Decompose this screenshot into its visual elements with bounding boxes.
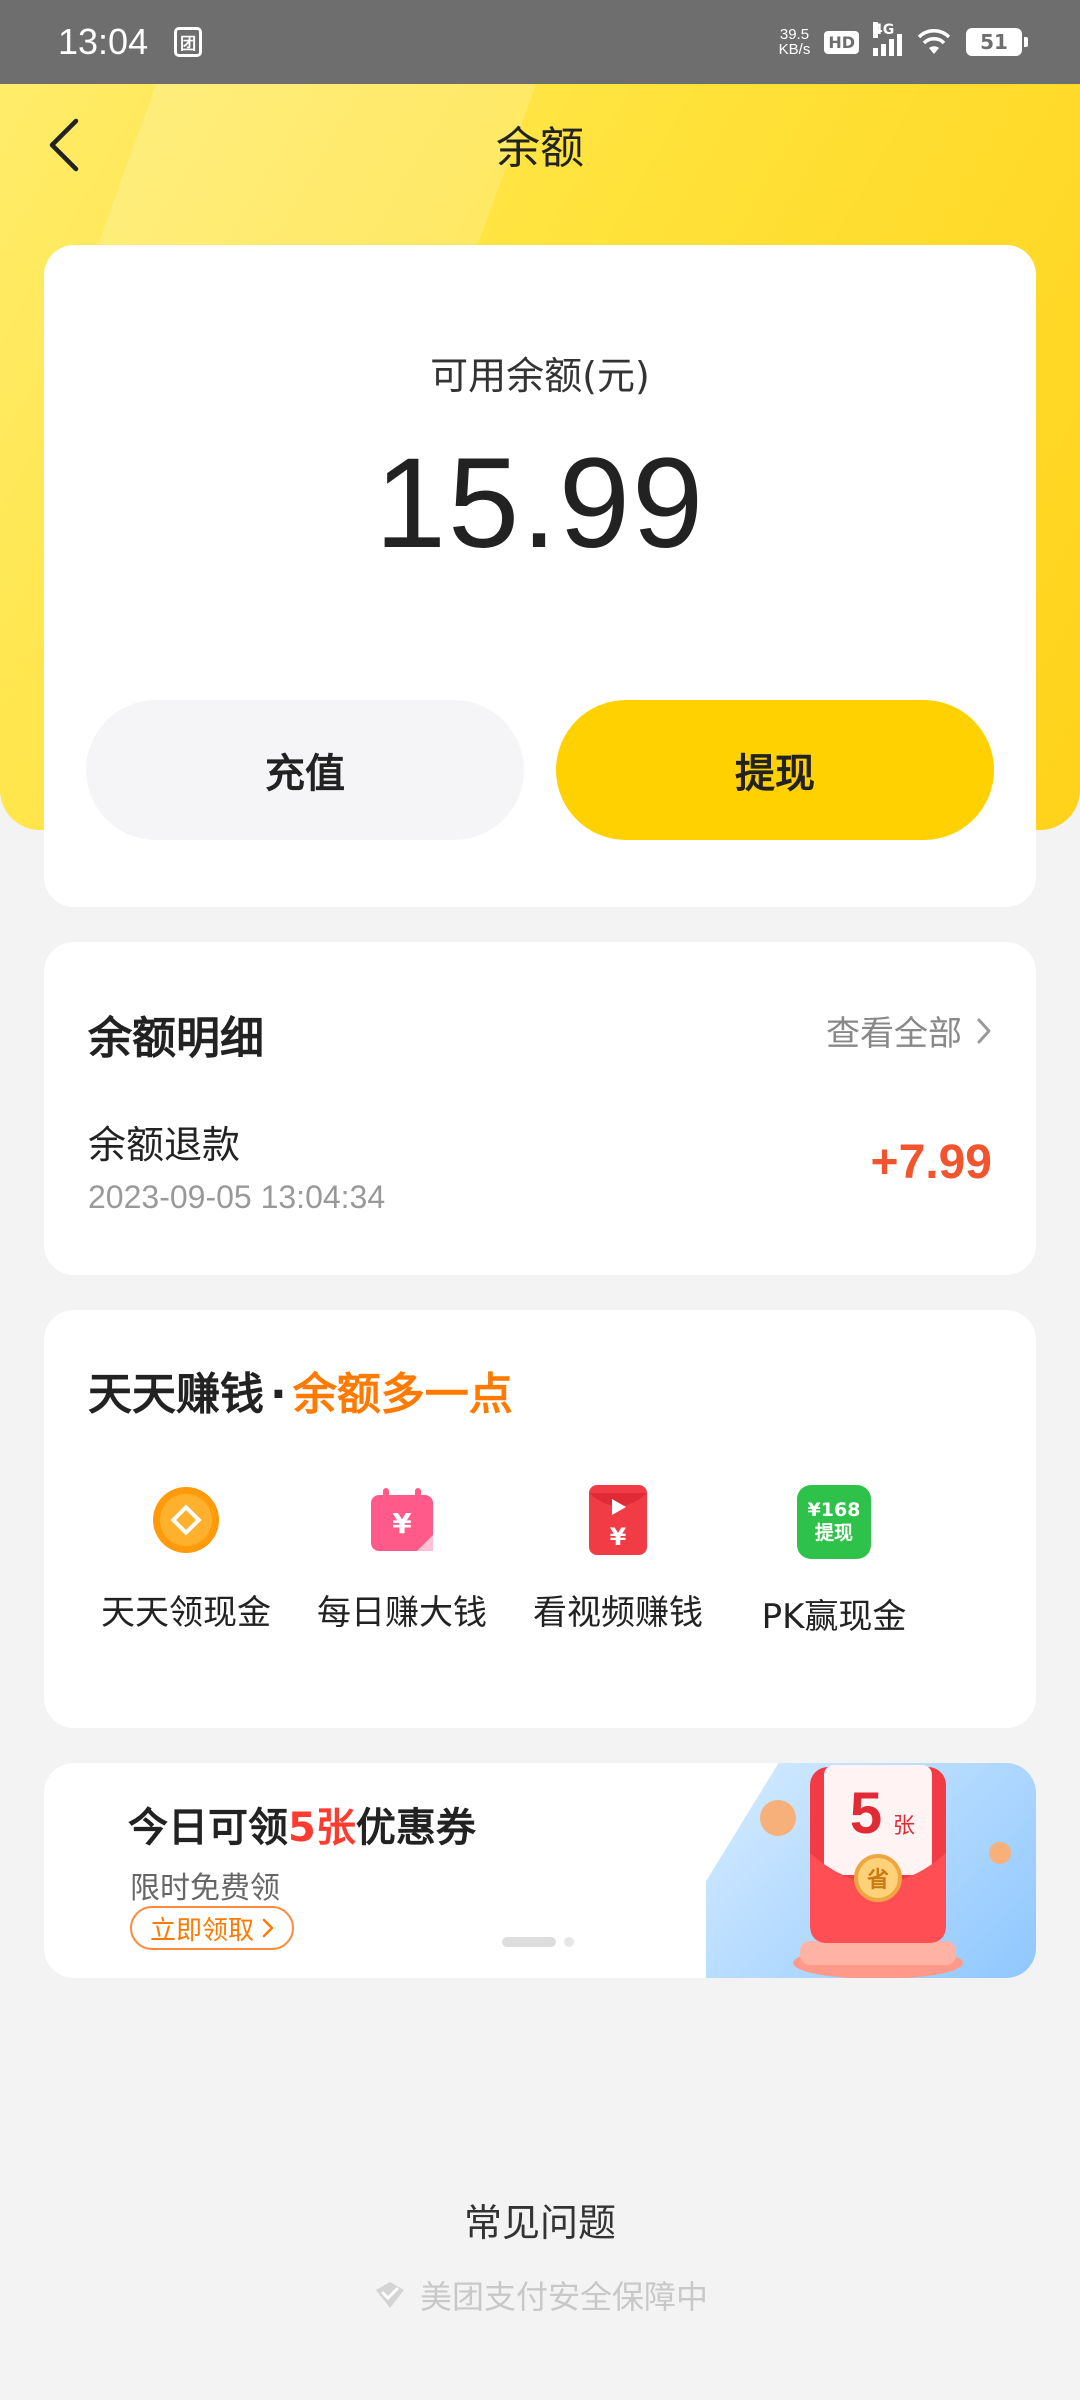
chevron-right-icon [977,1018,991,1043]
carousel-dot [564,1937,574,1947]
transaction-name: 余额退款 [88,1123,241,1167]
status-indicators: 39.5 KB/s HD 4G 51 [779,22,1028,57]
calendar-yuan-icon: ¥ [367,1485,437,1555]
faq-link[interactable]: 常见问题 [0,2192,1080,2247]
earn-item-label: 看视频赚钱 [533,1593,703,1633]
earn-item-daily-earn[interactable]: ¥ 每日赚大钱 [302,1485,502,1634]
coin-icon [151,1485,221,1555]
earn-item-label: 天天领现金 [101,1593,271,1633]
security-text: 美团支付安全保障中 [419,2278,708,2316]
network-type: 4G [873,22,895,38]
coupon-subtitle: 限时免费领 [130,1871,280,1906]
carousel-indicator [502,1937,574,1947]
recharge-button[interactable]: 充值 [86,700,524,840]
svg-text:¥: ¥ [392,1507,412,1540]
coupon-count: 5张 [288,1805,356,1851]
balance-label: 可用余额(元) [430,354,650,398]
transaction-amount: +7.99 [870,1136,992,1189]
earn-item-label: 每日赚大钱 [317,1593,487,1633]
coupon-banner[interactable]: 今日可领5张优惠券 限时免费领 立即领取 省 5 张 [44,1763,1036,1978]
withdraw-icon-amount: ¥168 [807,1499,861,1521]
cellular-signal-icon: 4G [873,22,902,56]
coupon-art-seal: 省 [866,1868,889,1893]
earn-money-card: 天天赚钱 · 余额多一点 天天领现金 ¥ 每日赚大钱 ¥ 看视频赚钱 ¥168 … [44,1310,1036,1728]
claim-now-label: 立即领取 [150,1915,255,1946]
network-speed-value: 39.5 [779,26,810,43]
coupon-art-count: 5 [850,1781,882,1846]
coupon-title: 今日可领5张优惠券 [128,1795,476,1853]
withdraw-button[interactable]: 提现 [556,700,994,840]
svg-text:¥: ¥ [610,1523,627,1551]
earn-item-pk-cash[interactable]: ¥168 提现 PK赢现金 [734,1485,934,1638]
network-speed: 39.5 KB/s [779,27,811,57]
hd-icon: HD [824,30,859,54]
earn-item-daily-cash[interactable]: 天天领现金 [86,1485,286,1634]
network-speed-unit: KB/s [778,41,811,58]
balance-details-card: 余额明细 查看全部 余额退款 2023-09-05 13:04:34 +7.99 [44,942,1036,1275]
coupon-art-unit: 张 [893,1814,915,1839]
chevron-right-icon [262,1918,274,1938]
view-all-label: 查看全部 [826,1014,962,1054]
meituan-notification-icon: 团 [174,27,203,57]
balance-card: 可用余额(元) 15.99 充值 提现 [44,245,1036,907]
status-time: 13:04 [58,21,149,62]
battery-icon: 51 [966,28,1028,56]
earn-item-label: PK赢现金 [761,1597,907,1637]
page-title: 余额 [496,123,584,174]
earn-items: 天天领现金 ¥ 每日赚大钱 ¥ 看视频赚钱 ¥168 提现 PK赢现金 [86,1485,1036,1665]
withdraw-168-icon: ¥168 提现 [797,1485,871,1559]
earn-item-more[interactable] [950,1485,1036,1585]
carousel-dot-active [502,1937,556,1947]
shield-check-icon [375,2282,404,2308]
wifi-icon [917,29,951,54]
earn-title-separator: · [270,1369,287,1420]
earn-item-watch-video[interactable]: ¥ 看视频赚钱 [518,1485,718,1634]
view-all-link[interactable]: 查看全部 [826,1006,992,1055]
earn-title-main: 天天赚钱 [88,1369,264,1420]
status-bar: 13:04 团 39.5 KB/s HD 4G 51 [0,0,1080,84]
video-redpacket-icon: ¥ [583,1485,653,1555]
transaction-time: 2023-09-05 13:04:34 [88,1179,386,1215]
coupon-title-prefix: 今日可领 [128,1805,288,1851]
security-notice: 美团支付安全保障中 [0,2272,1080,2318]
red-envelope-icon: 省 5 张 [760,1765,1011,1978]
earn-title: 天天赚钱 · 余额多一点 [88,1358,513,1422]
balance-amount: 15.99 [374,432,706,575]
withdraw-icon-label: 提现 [814,1522,853,1544]
more-icon [1015,1485,1036,1555]
earn-title-accent: 余额多一点 [292,1369,513,1420]
coupon-title-suffix: 优惠券 [355,1805,476,1851]
claim-now-button[interactable]: 立即领取 [130,1906,295,1950]
details-title: 余额明细 [88,1013,264,1064]
